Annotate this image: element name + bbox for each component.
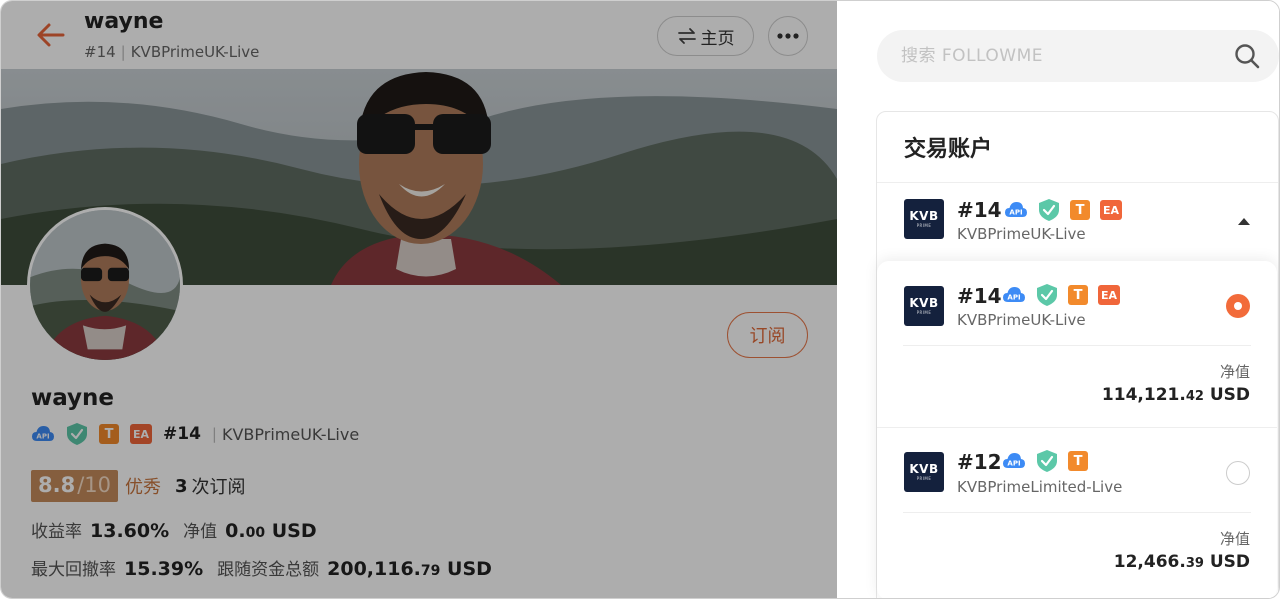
verified-shield-icon bbox=[1039, 199, 1059, 221]
broker-logo: KVB PRIME bbox=[904, 452, 944, 492]
trader-badges: API T EA #14 | KVBPrimeUK-Live bbox=[31, 421, 359, 447]
equity-value: 0.00 USD bbox=[225, 520, 317, 542]
home-button[interactable]: 主页 bbox=[657, 16, 754, 56]
search-bar bbox=[877, 30, 1279, 82]
home-button-label: 主页 bbox=[700, 28, 735, 49]
follow-funds-value: 200,116.79 USD bbox=[327, 558, 492, 580]
rating-row: 8.8/10 优秀 3 次订阅 bbox=[31, 470, 246, 502]
badge-t: T bbox=[1070, 200, 1090, 220]
trader-name: wayne bbox=[31, 385, 115, 411]
api-cloud-icon: API bbox=[1005, 202, 1027, 217]
broker-logo: KVB PRIME bbox=[904, 199, 944, 239]
arrow-left-icon[interactable] bbox=[35, 21, 67, 49]
header-account-line: #14 | KVBPrimeUK-Live bbox=[84, 43, 259, 61]
subscription-count: 3 bbox=[175, 475, 188, 497]
badge-ea: EA bbox=[1098, 285, 1120, 305]
trader-rank: #14 bbox=[163, 424, 201, 444]
badge-t: T bbox=[1068, 451, 1088, 471]
divider bbox=[903, 345, 1251, 346]
option-account-name: KVBPrimeLimited-Live bbox=[957, 478, 1123, 496]
account-option[interactable]: KVB PRIME #12 API T KVBPrimeLimited-Live… bbox=[877, 428, 1277, 596]
divider: | bbox=[120, 43, 126, 61]
svg-text:API: API bbox=[1007, 294, 1020, 302]
profile-topbar: wayne #14 | KVBPrimeUK-Live 主页 bbox=[1, 1, 837, 69]
search-icon[interactable] bbox=[1234, 43, 1260, 69]
account-option[interactable]: KVB PRIME #14 API T EA KVBPrimeUK-Live 净… bbox=[877, 261, 1277, 429]
option-badges: API T bbox=[1002, 449, 1088, 473]
account-dropdown: KVB PRIME #14 API T EA KVBPrimeUK-Live 净… bbox=[877, 261, 1277, 598]
divider bbox=[903, 512, 1251, 513]
header-rank: #14 bbox=[84, 43, 116, 61]
app-window: wayne #14 | KVBPrimeUK-Live 主页 订阅 wayne … bbox=[0, 0, 1280, 599]
swap-icon bbox=[677, 28, 696, 44]
stats-row-1: 收益率 13.60% 净值 0.00 USD bbox=[31, 517, 317, 543]
badge-ea: EA bbox=[130, 424, 152, 444]
more-dots-icon bbox=[777, 33, 799, 39]
option-equity-label: 净值 bbox=[1219, 363, 1250, 381]
badge-t: T bbox=[99, 424, 119, 444]
caret-up-icon[interactable] bbox=[1237, 216, 1251, 226]
api-cloud-icon: API bbox=[1003, 453, 1025, 468]
drawdown-value: 15.39% bbox=[124, 558, 204, 580]
profile-pane: wayne #14 | KVBPrimeUK-Live 主页 订阅 wayne … bbox=[1, 1, 837, 598]
option-equity-label: 净值 bbox=[1219, 530, 1250, 548]
selected-account-badges: API T EA bbox=[1004, 198, 1122, 222]
follow-funds-label: 跟随资金总额 bbox=[217, 560, 320, 580]
svg-text:API: API bbox=[1007, 460, 1020, 468]
divider: | bbox=[211, 425, 217, 443]
search-input[interactable] bbox=[901, 30, 1221, 82]
broker-logo: KVB PRIME bbox=[904, 286, 944, 326]
option-rank: #12 bbox=[957, 450, 1002, 474]
drawdown-label: 最大回撤率 bbox=[31, 560, 116, 580]
score-max: /10 bbox=[77, 473, 111, 497]
verified-shield-icon bbox=[1037, 450, 1057, 472]
api-cloud-icon: API bbox=[1003, 287, 1025, 302]
option-radio-unselected[interactable] bbox=[1226, 461, 1250, 485]
avatar bbox=[27, 207, 183, 363]
option-equity-value: 114,121.42 USD bbox=[1101, 385, 1250, 405]
option-equity-value: 12,466.39 USD bbox=[1113, 552, 1250, 572]
option-account-name: KVBPrimeUK-Live bbox=[957, 311, 1086, 329]
option-badges: API T EA bbox=[1002, 283, 1120, 307]
score-word: 优秀 bbox=[125, 477, 161, 498]
account-selector[interactable]: KVB PRIME #14 API T EA KVBPrimeUK-Live bbox=[877, 112, 1278, 272]
option-radio-selected[interactable] bbox=[1226, 294, 1250, 318]
score-badge: 8.8/10 bbox=[31, 470, 118, 502]
trader-account: KVBPrimeUK-Live bbox=[221, 424, 360, 444]
badge-t: T bbox=[1068, 285, 1088, 305]
verified-shield-icon bbox=[1037, 284, 1057, 306]
api-cloud-icon: API bbox=[32, 426, 54, 441]
selected-account-name: KVBPrimeUK-Live bbox=[957, 225, 1086, 243]
header-account: KVBPrimeUK-Live bbox=[130, 43, 260, 61]
subscribe-button[interactable]: 订阅 bbox=[727, 312, 808, 358]
verified-shield-icon bbox=[67, 423, 87, 445]
score-value: 8.8 bbox=[38, 473, 76, 497]
stats-row-2: 最大回撤率 15.39% 跟随资金总额 200,116.79 USD bbox=[31, 555, 492, 581]
selected-account-rank: #14 bbox=[957, 198, 1002, 222]
option-rank: #14 bbox=[957, 284, 1002, 308]
equity-label: 净值 bbox=[183, 522, 218, 542]
badge-ea: EA bbox=[1100, 200, 1122, 220]
svg-text:API: API bbox=[36, 433, 49, 441]
return-label: 收益率 bbox=[31, 522, 82, 542]
svg-text:API: API bbox=[1009, 209, 1022, 217]
more-button[interactable] bbox=[768, 16, 808, 56]
return-value: 13.60% bbox=[90, 520, 170, 542]
subscription-count-label: 次订阅 bbox=[191, 477, 246, 498]
header-trader-name: wayne bbox=[84, 9, 164, 34]
